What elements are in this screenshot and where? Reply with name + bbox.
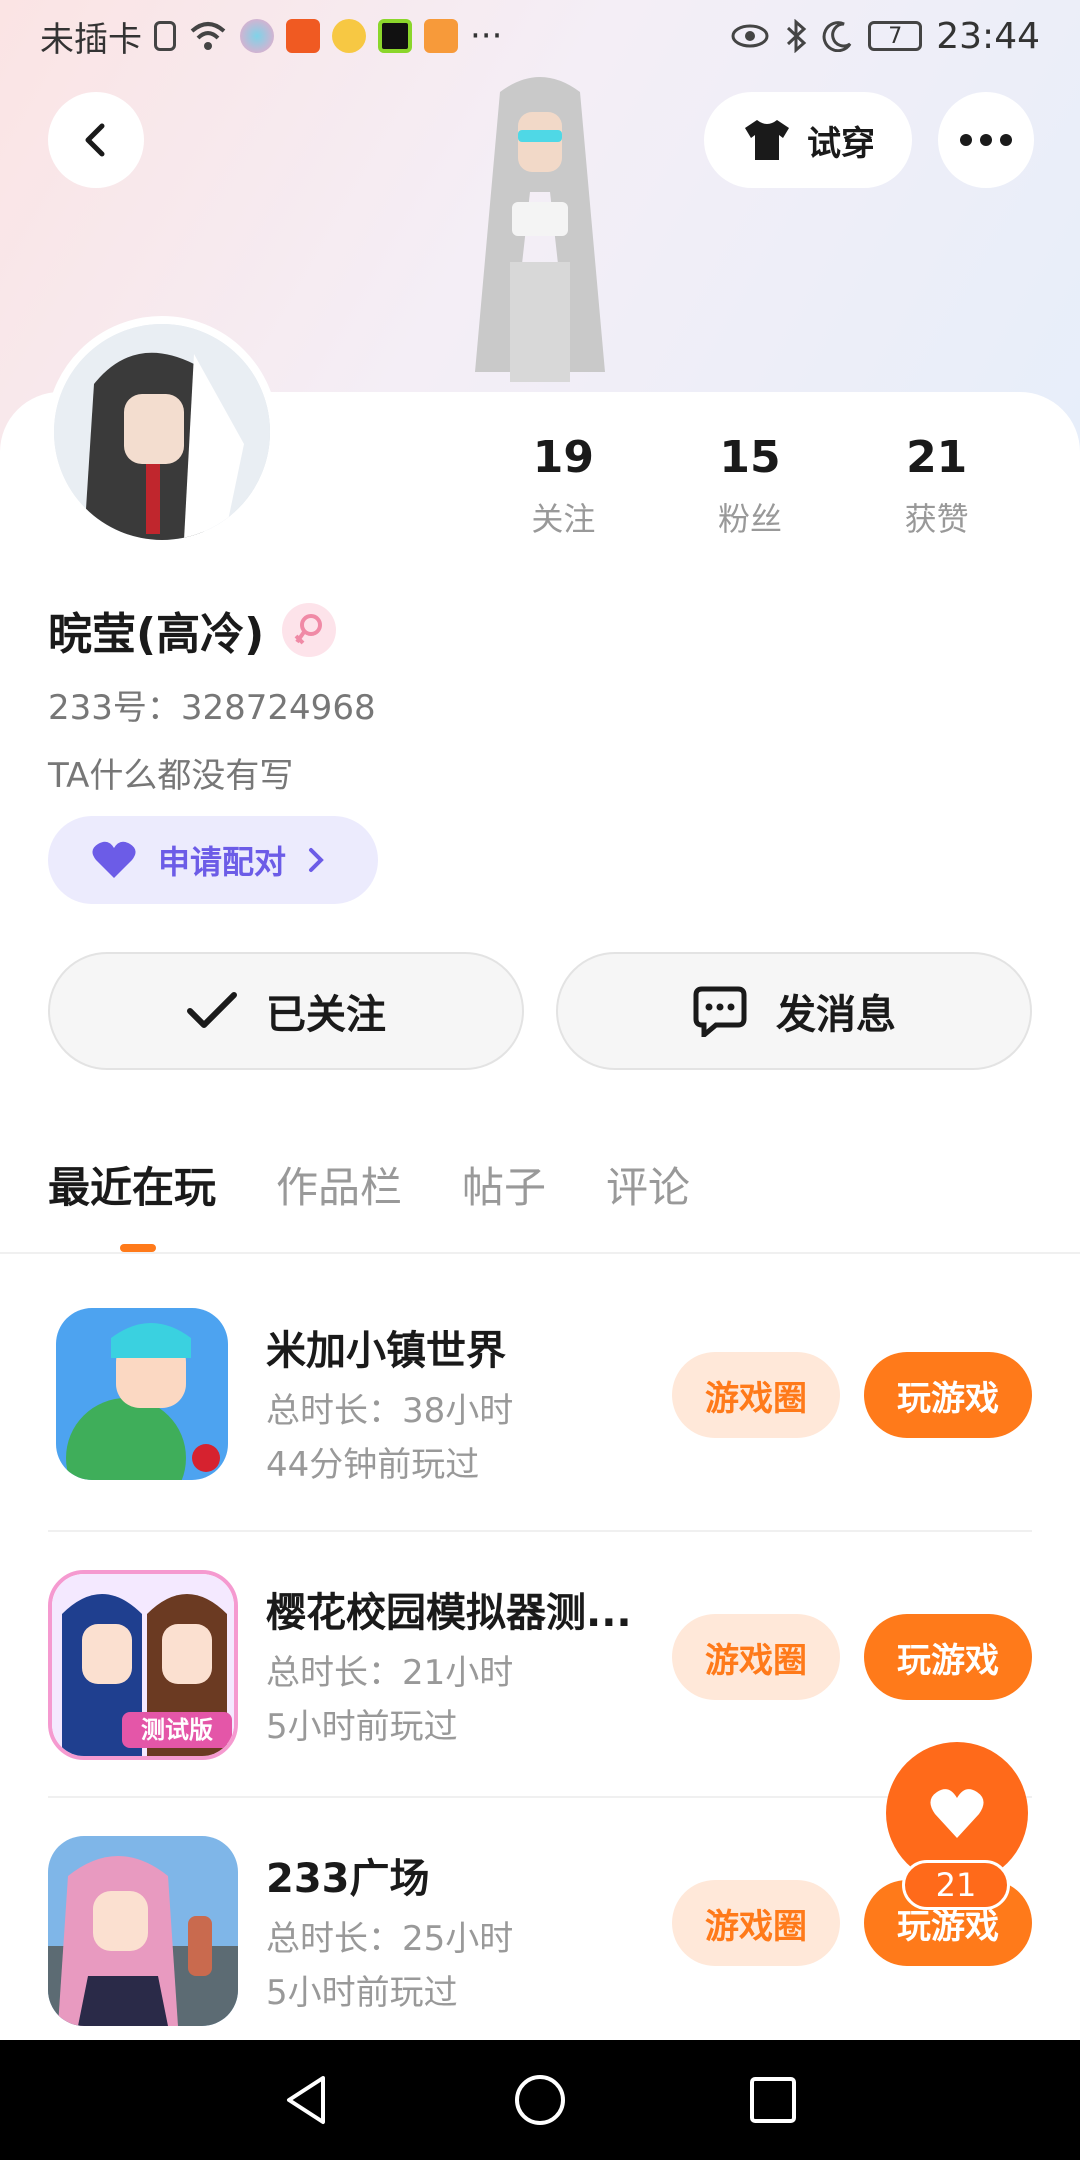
stat-number: 15 (719, 432, 781, 483)
heart-icon (92, 841, 136, 878)
game-meta: 总时长：21小时 5小时前玩过 (266, 1646, 513, 1754)
profile-stats: 19 关注 15 粉丝 21 获赞 (470, 430, 1030, 540)
user-bio: TA什么都没有写 (48, 756, 294, 796)
chevron-right-icon (309, 848, 324, 872)
tshirt-icon (745, 120, 789, 160)
likes-stat[interactable]: 21 获赞 (843, 430, 1030, 540)
tab-works[interactable]: 作品栏 (276, 1154, 402, 1215)
game-duration: 总时长：38小时 (266, 1391, 514, 1431)
game-last-played: 5小时前玩过 (266, 1707, 458, 1747)
send-message-label: 发消息 (776, 992, 896, 1038)
name-row: 晥莹(高冷) (48, 598, 337, 662)
divider (48, 1530, 1032, 1532)
divider (0, 1252, 1080, 1254)
bluetooth-icon (787, 19, 807, 53)
system-navigation-bar (0, 2040, 1080, 2160)
avatar-image (54, 324, 270, 540)
like-count-badge: 21 (902, 1860, 1010, 1910)
avatar-3d-figure (475, 77, 605, 382)
app-notification-icon (378, 19, 412, 53)
game-badge: 测试版 (141, 1716, 213, 1744)
wifi-icon (190, 22, 226, 50)
battery-icon: 7 (868, 21, 923, 51)
check-icon (187, 992, 237, 1028)
game-duration: 总时长：25小时 (266, 1919, 514, 1959)
game-list-item[interactable]: 233广场 总时长：25小时 5小时前玩过 游戏圈 玩游戏 (48, 1836, 1032, 2036)
chat-bubble-icon (693, 986, 747, 1037)
recents-square-icon[interactable] (745, 2072, 801, 2128)
tab-recently-played[interactable]: 最近在玩 (48, 1154, 216, 1215)
apply-pairing-label: 申请配对 (158, 843, 287, 881)
divider (48, 1796, 1032, 1798)
heart-icon (930, 1789, 984, 1838)
back-button[interactable] (48, 92, 144, 188)
female-gender-icon (282, 603, 337, 657)
eye-icon (731, 24, 769, 48)
more-notifications-icon: ··· (470, 16, 503, 56)
game-meta: 总时长：38小时 44分钟前玩过 (266, 1384, 513, 1492)
game-circle-button[interactable]: 游戏圈 (672, 1352, 840, 1438)
game-icon (56, 1308, 228, 1480)
game-title: 233广场 (266, 1856, 430, 1902)
play-game-button[interactable]: 玩游戏 (864, 1614, 1032, 1700)
stat-label: 关注 (531, 500, 596, 538)
try-on-label: 试穿 (807, 123, 875, 164)
app-notification-icon (332, 19, 366, 53)
tab-comments[interactable]: 评论 (606, 1154, 690, 1215)
apply-pairing-button[interactable]: 申请配对 (48, 816, 378, 904)
followers-stat[interactable]: 15 粉丝 (657, 430, 844, 540)
moon-icon (822, 21, 852, 52)
user-id: 233号：328724968 (48, 688, 376, 728)
game-circle-button[interactable]: 游戏圈 (672, 1880, 840, 1966)
sim-icon (154, 21, 176, 51)
game-list-item[interactable]: 米加小镇世界 总时长：38小时 44分钟前玩过 游戏圈 玩游戏 (48, 1308, 1032, 1508)
avatar[interactable] (46, 316, 278, 548)
following-stat[interactable]: 19 关注 (470, 430, 657, 540)
game-title: 樱花校园模拟器测... (266, 1590, 632, 1636)
game-meta: 总时长：25小时 5小时前玩过 (266, 1912, 513, 2020)
active-tab-indicator (120, 1244, 156, 1252)
status-bar: 未插卡 ··· 7 23:44 (0, 0, 1080, 72)
more-dots-icon (960, 134, 1012, 146)
chevron-left-icon (85, 123, 105, 157)
tab-posts[interactable]: 帖子 (462, 1154, 546, 1215)
back-triangle-icon[interactable] (279, 2072, 335, 2128)
app-notification-icon (286, 19, 320, 53)
followed-label: 已关注 (266, 992, 386, 1038)
stat-label: 粉丝 (718, 500, 783, 538)
clock: 23:44 (936, 15, 1040, 57)
followed-button[interactable]: 已关注 (48, 952, 524, 1070)
app-notification-icon (424, 19, 458, 53)
stat-number: 19 (532, 432, 594, 483)
game-icon: 测试版 (48, 1570, 238, 1760)
send-message-button[interactable]: 发消息 (556, 952, 1032, 1070)
try-on-button[interactable]: 试穿 (704, 92, 912, 188)
play-game-button[interactable]: 玩游戏 (864, 1352, 1032, 1438)
carrier-label: 未插卡 (40, 19, 142, 60)
game-list-item[interactable]: 测试版 樱花校园模拟器测... 总时长：21小时 5小时前玩过 游戏圈 玩游戏 (48, 1570, 1032, 1770)
more-options-button[interactable] (938, 92, 1034, 188)
profile-tabs: 最近在玩 作品栏 帖子 评论 (48, 1154, 750, 1215)
stat-number: 21 (906, 432, 968, 483)
game-title: 米加小镇世界 (266, 1328, 506, 1374)
stat-label: 获赞 (904, 500, 969, 538)
game-last-played: 44分钟前玩过 (266, 1445, 480, 1485)
game-circle-button[interactable]: 游戏圈 (672, 1614, 840, 1700)
game-duration: 总时长：21小时 (266, 1653, 514, 1693)
game-last-played: 5小时前玩过 (266, 1973, 458, 2013)
app-notification-icon (240, 19, 274, 53)
game-icon (48, 1836, 238, 2026)
home-circle-icon[interactable] (512, 2072, 568, 2128)
user-name: 晥莹(高冷) (48, 609, 265, 660)
